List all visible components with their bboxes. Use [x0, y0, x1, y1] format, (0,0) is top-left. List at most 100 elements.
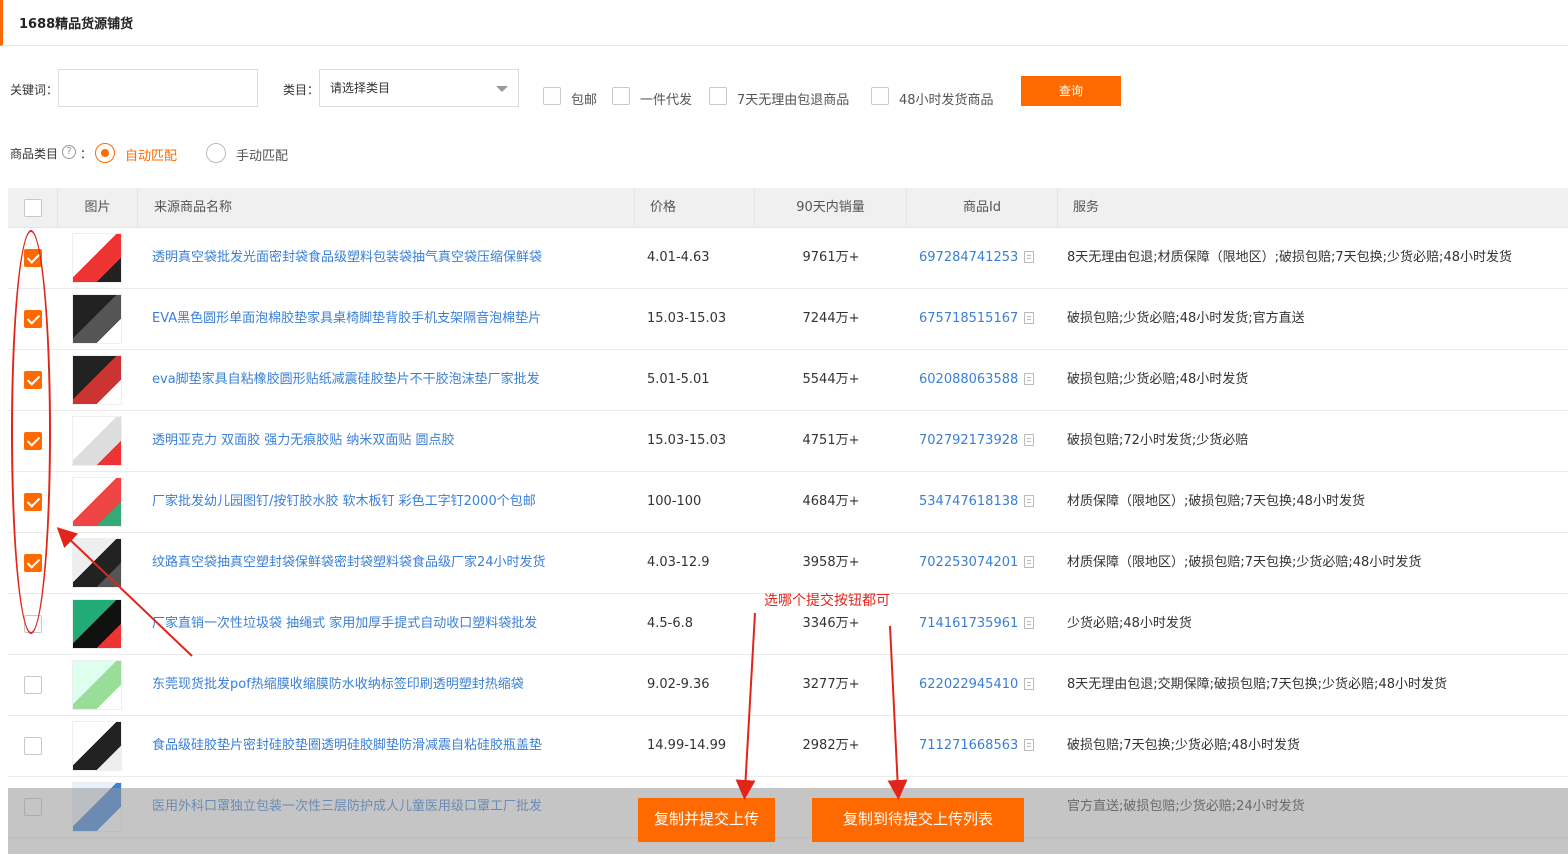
- keyword-input[interactable]: [58, 69, 258, 107]
- product-id-cell: 602088063588: [919, 350, 1058, 410]
- row-select-cell: [8, 655, 58, 715]
- header-name: 来源商品名称: [138, 188, 635, 228]
- product-thumbnail[interactable]: [72, 416, 122, 466]
- product-thumbnail[interactable]: [72, 538, 122, 588]
- checkbox-48h-ship[interactable]: [871, 87, 889, 105]
- product-id-cell: 702253074201: [919, 533, 1058, 593]
- product-service: 破损包赔;少货必赔;48小时发货: [1067, 372, 1249, 387]
- product-name-link[interactable]: 厂家批发幼儿园图钉/按钉胶水胶 软木板钉 彩色工字钉2000个包邮: [152, 472, 632, 532]
- help-icon[interactable]: ?: [62, 145, 76, 159]
- copy-icon[interactable]: [1024, 678, 1035, 690]
- query-button[interactable]: 查询: [1021, 76, 1121, 106]
- product-name-link[interactable]: 透明亚克力 双面胶 强力无痕胶贴 纳米双面贴 圆点胶: [152, 411, 632, 471]
- product-service: 8天无理由包退;交期保障;破损包赔;7天包换;少货必赔;48小时发货: [1067, 677, 1447, 692]
- chevron-down-icon: [496, 86, 508, 92]
- page-title: 1688精品货源铺货: [19, 17, 134, 32]
- copy-icon[interactable]: [1024, 373, 1035, 385]
- header-image: 图片: [58, 188, 138, 228]
- table-row[interactable]: eva脚垫家具自粘橡胶圆形贴纸减震硅胶垫片不干胶泡沫垫厂家批发 5.01-5.01…: [8, 350, 1568, 411]
- product-thumbnail[interactable]: [72, 721, 122, 771]
- product-id-cell: 714161735961: [919, 594, 1058, 654]
- product-thumbnail[interactable]: [72, 477, 122, 527]
- radio-manual-match-label: 手动匹配: [236, 149, 289, 164]
- table-row[interactable]: 透明亚克力 双面胶 强力无痕胶贴 纳米双面贴 圆点胶 15.03-15.03 475…: [8, 411, 1568, 472]
- copy-icon[interactable]: [1024, 251, 1035, 263]
- table-row[interactable]: 透明真空袋批发光面密封袋食品级塑料包装袋抽气真空袋压缩保鲜袋 4.01-4.63 9…: [8, 228, 1568, 289]
- action-bar: 复制并提交上传 复制到待提交上传列表: [8, 788, 1568, 854]
- product-name-link[interactable]: 食品级硅胶垫片密封硅胶垫圈透明硅胶脚垫防滑减震自粘硅胶瓶盖垫: [152, 716, 632, 776]
- annotation-oval: [11, 230, 51, 634]
- radio-auto-match[interactable]: [95, 143, 115, 163]
- row-checkbox[interactable]: [24, 676, 42, 694]
- product-price: 4.01-4.63: [647, 250, 710, 265]
- copy-icon[interactable]: [1024, 739, 1035, 751]
- product-name-link[interactable]: eva脚垫家具自粘橡胶圆形贴纸减震硅胶垫片不干胶泡沫垫厂家批发: [152, 350, 632, 410]
- product-price: 100-100: [647, 494, 702, 509]
- product-id-link[interactable]: 711271668563: [919, 738, 1018, 753]
- keyword-label: 关键词：: [10, 83, 59, 97]
- radio-manual-match[interactable]: [206, 143, 226, 163]
- table-row[interactable]: 纹路真空袋抽真空塑封袋保鲜袋密封袋塑料袋食品级厂家24小时发货 4.03-12.9…: [8, 533, 1568, 594]
- product-name-link[interactable]: EVA黑色圆形单面泡棉胶垫家具桌椅脚垫背胶手机支架隔音泡棉垫片: [152, 289, 632, 349]
- copy-icon[interactable]: [1024, 434, 1035, 446]
- free-shipping-label: 包邮: [571, 93, 598, 108]
- table-row[interactable]: EVA黑色圆形单面泡棉胶垫家具桌椅脚垫背胶手机支架隔音泡棉垫片 15.03-15.…: [8, 289, 1568, 350]
- product-thumbnail[interactable]: [72, 599, 122, 649]
- 7day-return-label: 7天无理由包退商品: [737, 93, 850, 108]
- table-row[interactable]: 东莞现货批发pof热缩膜收缩膜防水收纳标签印刷透明塑封热缩袋 9.02-9.36 3…: [8, 655, 1568, 716]
- copy-icon[interactable]: [1024, 312, 1035, 324]
- product-thumbnail[interactable]: [72, 355, 122, 405]
- copy-icon[interactable]: [1024, 556, 1035, 568]
- copy-icon[interactable]: [1024, 617, 1035, 629]
- product-table: 图片 来源商品名称 价格 90天内销量 商品Id 服务 透明真空袋批发光面密封袋…: [8, 188, 1568, 838]
- product-id-cell: 711271668563: [919, 716, 1058, 776]
- copy-to-queue-button[interactable]: 复制到待提交上传列表: [812, 798, 1024, 842]
- product-sales: 4751万+: [802, 433, 860, 448]
- product-id-link[interactable]: 702253074201: [919, 555, 1018, 570]
- product-id-link[interactable]: 702792173928: [919, 433, 1018, 448]
- copy-icon[interactable]: [1024, 495, 1035, 507]
- product-name-link[interactable]: 透明真空袋批发光面密封袋食品级塑料包装袋抽气真空袋压缩保鲜袋: [152, 228, 632, 288]
- product-service: 破损包赔;少货必赔;48小时发货;官方直送: [1067, 311, 1305, 326]
- product-service: 破损包赔;7天包换;少货必赔;48小时发货: [1067, 738, 1300, 753]
- table-row[interactable]: 食品级硅胶垫片密封硅胶垫圈透明硅胶脚垫防滑减震自粘硅胶瓶盖垫 14.99-14.9…: [8, 716, 1568, 777]
- 48h-ship-label: 48小时发货商品: [899, 93, 994, 108]
- product-name-link[interactable]: 厂家直销一次性垃圾袋 抽绳式 家用加厚手提式自动收口塑料袋批发: [152, 594, 632, 654]
- product-thumbnail[interactable]: [72, 660, 122, 710]
- header-price: 价格: [635, 188, 755, 228]
- product-thumbnail[interactable]: [72, 294, 122, 344]
- category-select[interactable]: 请选择类目: [319, 69, 519, 107]
- product-service: 8天无理由包退;材质保障（限地区）;破损包赔;7天包换;少货必赔;48小时发货: [1067, 250, 1512, 265]
- product-id-link[interactable]: 675718515167: [919, 311, 1018, 326]
- product-name-link[interactable]: 纹路真空袋抽真空塑封袋保鲜袋密封袋塑料袋食品级厂家24小时发货: [152, 533, 632, 593]
- checkbox-free-shipping[interactable]: [543, 87, 561, 105]
- product-thumbnail[interactable]: [72, 233, 122, 283]
- product-id-link[interactable]: 714161735961: [919, 616, 1018, 631]
- product-name-link[interactable]: 东莞现货批发pof热缩膜收缩膜防水收纳标签印刷透明塑封热缩袋: [152, 655, 632, 715]
- product-price: 4.5-6.8: [647, 616, 694, 631]
- product-price: 14.99-14.99: [647, 738, 727, 753]
- product-id-link[interactable]: 602088063588: [919, 372, 1018, 387]
- product-id-cell: 622022945410: [919, 655, 1058, 715]
- select-all-checkbox[interactable]: [24, 199, 42, 217]
- product-service: 破损包赔;72小时发货;少货必赔: [1067, 433, 1249, 448]
- product-sales: 7244万+: [802, 311, 860, 326]
- product-sales: 2982万+: [802, 738, 860, 753]
- product-id-link[interactable]: 534747618138: [919, 494, 1018, 509]
- product-id-link[interactable]: 622022945410: [919, 677, 1018, 692]
- row-checkbox[interactable]: [24, 737, 42, 755]
- checkbox-dropship[interactable]: [612, 87, 630, 105]
- product-category-label: 商品类目: [10, 147, 59, 161]
- checkbox-7day-return[interactable]: [709, 87, 727, 105]
- product-sales: 3958万+: [802, 555, 860, 570]
- copy-submit-button[interactable]: 复制并提交上传: [638, 798, 775, 842]
- product-id-cell: 702792173928: [919, 411, 1058, 471]
- product-sales: 9761万+: [802, 250, 860, 265]
- dropship-label: 一件代发: [640, 93, 693, 108]
- product-sales: 3277万+: [802, 677, 860, 692]
- table-row[interactable]: 厂家批发幼儿园图钉/按钉胶水胶 软木板钉 彩色工字钉2000个包邮 100-100…: [8, 472, 1568, 533]
- product-id-cell: 697284741253: [919, 228, 1058, 288]
- page: 1688精品货源铺货 关键词： 类目： 请选择类目 包邮 一件代发 7天无理由包…: [0, 0, 1568, 857]
- product-price: 5.01-5.01: [647, 372, 710, 387]
- product-id-link[interactable]: 697284741253: [919, 250, 1018, 265]
